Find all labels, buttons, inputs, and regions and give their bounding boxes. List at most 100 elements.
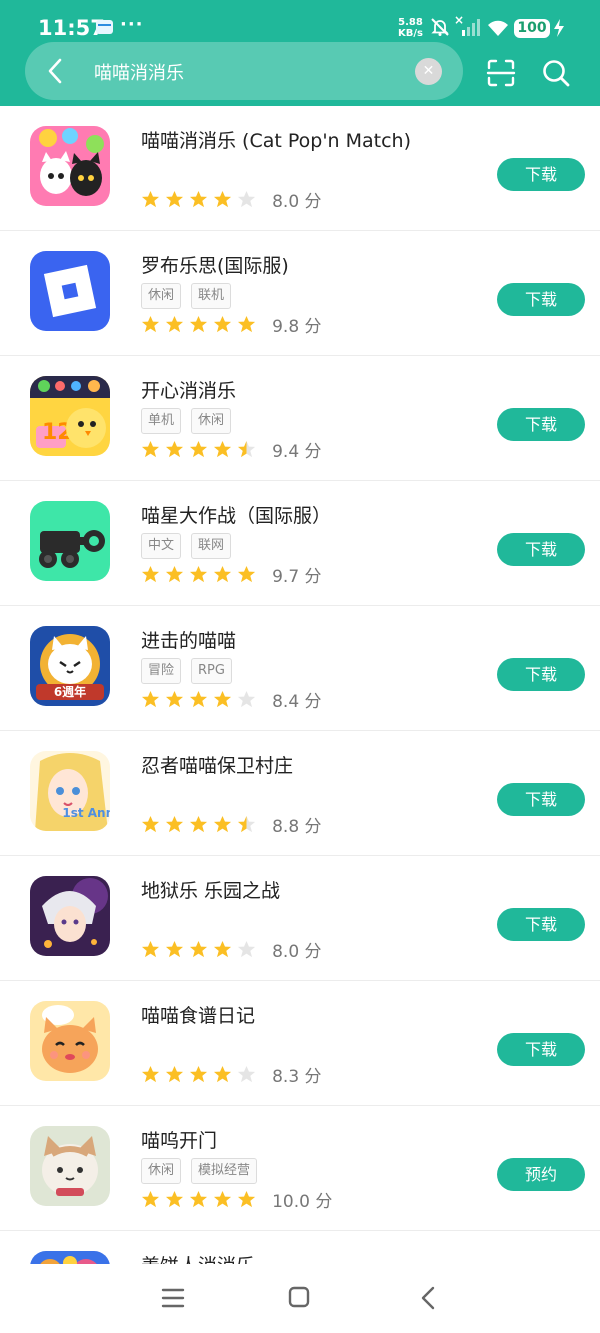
star-icon xyxy=(189,190,208,208)
signal-icon xyxy=(462,19,480,36)
happy-match-icon[interactable]: 12 xyxy=(30,376,110,456)
wifi-icon xyxy=(488,20,508,36)
back-icon[interactable] xyxy=(418,1286,438,1310)
meow-door-icon[interactable] xyxy=(30,1126,110,1206)
app-name[interactable]: 进击的喵喵 xyxy=(141,626,236,653)
star-icon xyxy=(165,1190,184,1208)
tag-list: 休闲 模拟经营 xyxy=(141,1158,267,1184)
app-list-item[interactable]: 喵星大作战（国际服） 中文 联网 9.7 分 下载 xyxy=(0,481,600,606)
star-empty-icon xyxy=(237,690,256,708)
tag: 单机 xyxy=(141,408,182,434)
cat-match-icon[interactable] xyxy=(30,126,110,206)
hell-paradise-icon[interactable] xyxy=(30,876,110,956)
app-name[interactable]: 开心消消乐 xyxy=(141,376,236,403)
icon-anniversary-text: 1st Anniv. xyxy=(62,806,110,820)
star-half-icon xyxy=(237,815,256,833)
star-icon xyxy=(141,440,160,458)
app-list-item[interactable]: 姜饼人消消乐 xyxy=(0,1231,600,1264)
download-button[interactable]: 下载 xyxy=(497,783,585,816)
scan-icon[interactable] xyxy=(486,58,516,88)
download-button[interactable]: 下载 xyxy=(497,408,585,441)
app-list-item[interactable]: 喵喵食谱日记 8.3 分 下载 xyxy=(0,981,600,1106)
clear-search-button[interactable]: ✕ xyxy=(415,58,442,85)
cat-war-icon[interactable] xyxy=(30,501,110,581)
app-name[interactable]: 喵喵消消乐 (Cat Pop'n Match) xyxy=(141,126,411,153)
tag: RPG xyxy=(191,658,232,684)
score: 8.0 分 xyxy=(272,942,322,962)
app-name[interactable]: 喵星大作战（国际服） xyxy=(141,501,331,528)
download-button[interactable]: 下载 xyxy=(497,908,585,941)
mute-bell-icon xyxy=(431,18,449,36)
app-name[interactable]: 地狱乐 乐园之战 xyxy=(141,876,280,903)
star-icon xyxy=(189,440,208,458)
download-button[interactable]: 下载 xyxy=(497,658,585,691)
app-list-item[interactable]: 12 开心消消乐 单机 休闲 9.4 分 下载 xyxy=(0,356,600,481)
star-icon xyxy=(213,1190,232,1208)
app-name[interactable]: 罗布乐思(国际服) xyxy=(141,251,289,278)
score: 8.0 分 xyxy=(272,192,322,212)
tag: 联网 xyxy=(191,533,232,559)
star-icon xyxy=(141,315,160,333)
search-icon[interactable] xyxy=(541,58,571,88)
star-empty-icon xyxy=(237,1065,256,1083)
ninja-cat-icon[interactable]: 1st Anniv. xyxy=(30,751,110,831)
tag-list: 冒险 RPG xyxy=(141,658,242,684)
reserve-button[interactable]: 预约 xyxy=(497,1158,585,1191)
star-icon xyxy=(189,565,208,583)
star-icon xyxy=(237,1190,256,1208)
star-icon xyxy=(165,940,184,958)
download-button[interactable]: 下载 xyxy=(497,1033,585,1066)
recent-apps-icon[interactable] xyxy=(160,1286,186,1310)
star-icon xyxy=(165,190,184,208)
star-icon xyxy=(141,1065,160,1083)
notification-app-icon xyxy=(96,20,113,34)
rating: 9.4 分 xyxy=(141,437,322,462)
tag: 中文 xyxy=(141,533,182,559)
charging-icon xyxy=(554,19,564,37)
cat-recipe-icon[interactable] xyxy=(30,1001,110,1081)
star-icon xyxy=(213,1065,232,1083)
score: 10.0 分 xyxy=(272,1192,333,1212)
app-list-item[interactable]: 1st Anniv. 忍者喵喵保卫村庄 8.8 分 下载 xyxy=(0,731,600,856)
roblox-icon[interactable] xyxy=(30,251,110,331)
star-empty-icon xyxy=(237,190,256,208)
star-icon xyxy=(213,565,232,583)
app-list-item[interactable]: 6週年 进击的喵喵 冒险 RPG 8.4 分 下载 xyxy=(0,606,600,731)
download-button[interactable]: 下载 xyxy=(497,283,585,316)
app-name[interactable]: 姜饼人消消乐 xyxy=(141,1251,255,1264)
tag: 联机 xyxy=(191,283,232,309)
status-bar: 11:57 ··· 5.88 KB/s × 100 xyxy=(0,0,600,46)
rating: 10.0 分 xyxy=(141,1187,333,1212)
app-list-item[interactable]: 喵喵消消乐 (Cat Pop'n Match) 8.0 分 下载 xyxy=(0,106,600,231)
icon-anniversary-text: 6週年 xyxy=(54,684,86,699)
tag: 休闲 xyxy=(141,283,182,309)
back-arrow-icon[interactable] xyxy=(40,55,72,87)
download-button[interactable]: 下载 xyxy=(497,533,585,566)
net-speed-unit: KB/s xyxy=(398,28,423,39)
gingerbread-icon[interactable] xyxy=(30,1251,110,1264)
app-name[interactable]: 喵喵食谱日记 xyxy=(141,1001,255,1028)
tag: 休闲 xyxy=(191,408,232,434)
app-list-item[interactable]: 地狱乐 乐园之战 8.0 分 下载 xyxy=(0,856,600,981)
star-icon xyxy=(237,565,256,583)
app-list-item[interactable]: 喵呜开门 休闲 模拟经营 10.0 分 预约 xyxy=(0,1106,600,1231)
home-icon[interactable] xyxy=(288,1286,310,1308)
download-button[interactable]: 下载 xyxy=(497,158,585,191)
star-icon xyxy=(189,1190,208,1208)
attack-cat-icon[interactable]: 6週年 xyxy=(30,626,110,706)
tag-list: 单机 休闲 xyxy=(141,408,241,434)
rating: 8.0 分 xyxy=(141,937,322,962)
score: 8.8 分 xyxy=(272,817,322,837)
star-icon xyxy=(189,315,208,333)
search-results-list[interactable]: 喵喵消消乐 (Cat Pop'n Match) 8.0 分 下载 罗布乐思(国际… xyxy=(0,106,600,1264)
star-icon xyxy=(141,1190,160,1208)
star-icon xyxy=(165,315,184,333)
app-name[interactable]: 忍者喵喵保卫村庄 xyxy=(141,751,293,778)
app-name[interactable]: 喵呜开门 xyxy=(141,1126,217,1153)
search-input[interactable] xyxy=(94,58,394,86)
score: 8.3 分 xyxy=(272,1067,322,1087)
score: 9.8 分 xyxy=(272,317,322,337)
clock: 11:57 xyxy=(38,16,105,40)
tag-list: 中文 联网 xyxy=(141,533,241,559)
app-list-item[interactable]: 罗布乐思(国际服) 休闲 联机 9.8 分 下载 xyxy=(0,231,600,356)
